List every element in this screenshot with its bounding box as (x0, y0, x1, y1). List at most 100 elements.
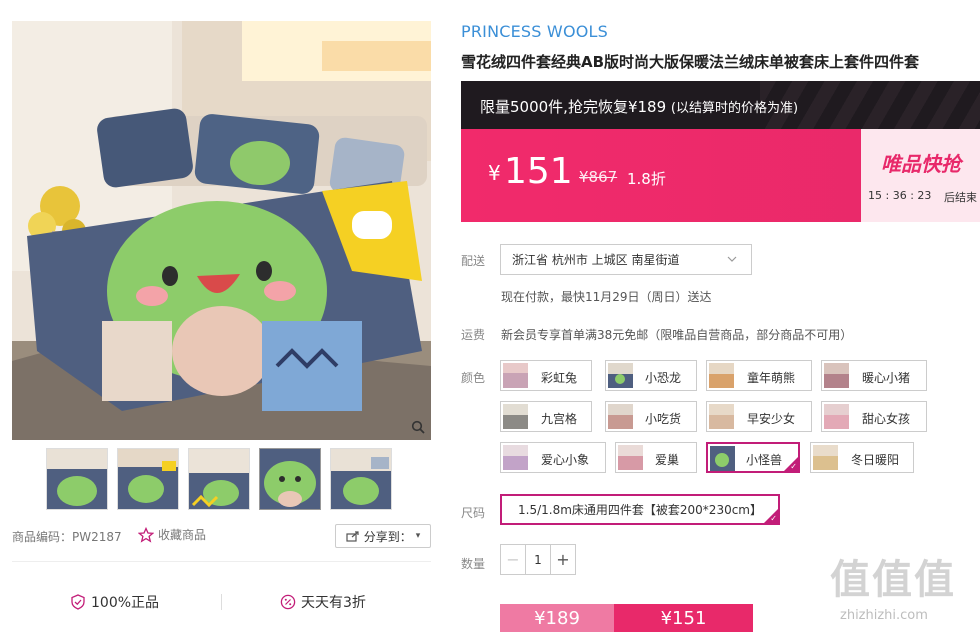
buy-original-price-button[interactable]: ¥189 (500, 604, 614, 632)
product-meta-row: 商品编码：PW2187 收藏商品 分享到： ▾ (12, 524, 431, 548)
thumbnail-2[interactable] (117, 448, 179, 510)
quantity-input[interactable]: 1 (526, 545, 550, 574)
color-option-label: 爱巢 (655, 453, 680, 467)
thumbnail-strip (46, 448, 406, 510)
share-icon (346, 531, 359, 542)
limited-promo-banner: 限量5000件,抢完恢复¥189 (以结算时的价格为准) (461, 81, 980, 129)
delivery-label: 配送 (461, 254, 486, 268)
color-option[interactable]: 爱巢 (615, 442, 697, 473)
quantity-label: 数量 (461, 557, 486, 571)
discount-badge: 天天有3折 (280, 592, 366, 612)
currency-symbol: ¥ (488, 161, 501, 185)
favorite-label: 收藏商品 (158, 528, 207, 542)
countdown-ends-label: 后结束 (944, 191, 977, 204)
color-option-label: 小恐龙 (645, 371, 682, 385)
color-option[interactable]: 童年萌熊 (706, 360, 812, 391)
thumbnail-1[interactable] (46, 448, 108, 510)
percent-badge-icon (280, 594, 296, 610)
share-label: 分享到： (363, 529, 412, 544)
thumbnail-5[interactable] (330, 448, 392, 510)
color-option[interactable]: 九宫格 (500, 401, 592, 432)
color-option[interactable]: 小恐龙 (605, 360, 697, 391)
color-thumbnail (608, 404, 633, 429)
delivery-eta: 现在付款，最快11月29日（周日）送达 (501, 290, 712, 304)
limit-note: (以结算时的价格为准) (670, 101, 799, 116)
star-icon (138, 526, 154, 543)
color-option[interactable]: 早安少女 (706, 401, 812, 432)
quantity-stepper: − 1 + (500, 544, 576, 575)
color-thumbnail (503, 445, 528, 470)
color-option[interactable]: 暖心小猪 (821, 360, 927, 391)
watermark-url: zhizhizhi.com (840, 608, 928, 623)
size-label: 尺码 (461, 506, 486, 520)
size-option-label: 1.5/1.8m床通用四件套【被套200*230cm】 (518, 503, 762, 517)
limit-text: 限量5000件,抢完恢复¥189 (480, 98, 667, 116)
color-option[interactable]: 甜心女孩 (821, 401, 927, 432)
check-icon: ✓ (790, 462, 797, 471)
color-option[interactable]: 爱心小象 (500, 442, 606, 473)
brand-name[interactable]: PRINCESS WOOLS (461, 22, 608, 41)
original-price: ¥867 (579, 168, 618, 186)
color-thumbnail (709, 404, 734, 429)
quantity-increase-button[interactable]: + (550, 545, 575, 574)
shipping-label: 运费 (461, 328, 486, 342)
countdown-timer: 15 : 36 : 23 (868, 189, 932, 202)
color-thumbnail (709, 363, 734, 388)
color-option-label: 童年萌熊 (747, 371, 796, 385)
size-option-selected[interactable]: 1.5/1.8m床通用四件套【被套200*230cm】 ✓ (500, 494, 780, 525)
genuine-badge: 100%正品 (70, 592, 159, 612)
color-thumbnail (824, 404, 849, 429)
color-option-label: 暖心小猪 (862, 371, 911, 385)
divider (12, 561, 431, 562)
assurance-separator (221, 594, 222, 610)
color-thumbnail (813, 445, 838, 470)
current-price: 151 (504, 151, 573, 192)
quantity-decrease-button[interactable]: − (501, 545, 526, 574)
product-title: 雪花绒四件套经典AB版时尚大版保暖法兰绒床单被套床上套件四件套 (461, 53, 920, 71)
discount-label: 天天有3折 (301, 595, 366, 611)
shipping-text: 新会员专享首单满38元免邮（限唯品自营商品，部分商品不可用） (501, 328, 853, 342)
color-option[interactable]: 小吃货 (605, 401, 697, 432)
product-code: 商品编码：PW2187 (12, 530, 122, 544)
color-option-label: 彩虹兔 (541, 371, 578, 385)
color-option-label: 九宫格 (541, 412, 578, 426)
color-option-label: 冬日暖阳 (851, 453, 900, 467)
color-thumbnail (503, 363, 528, 388)
buy-now-button[interactable]: ¥151 (614, 604, 753, 632)
color-option-label: 早安少女 (747, 412, 796, 426)
thumbnail-4[interactable] (259, 448, 321, 510)
zoom-icon[interactable] (409, 418, 427, 436)
color-option-label: 爱心小象 (541, 453, 590, 467)
address-value: 浙江省 杭州市 上城区 南星街道 (512, 253, 680, 267)
shield-check-icon (71, 594, 85, 610)
limited-promo-text: 限量5000件,抢完恢复¥189 (以结算时的价格为准) (480, 96, 798, 117)
color-thumbnail (824, 363, 849, 388)
assurance-bar: 100%正品 天天有3折 (12, 586, 431, 616)
bedding-photo (12, 21, 431, 440)
address-selector[interactable]: 浙江省 杭州市 上城区 南星街道 (500, 244, 752, 275)
watermark: 值值值 zhizhizhi.com (828, 547, 980, 632)
thumbnail-3[interactable] (188, 448, 250, 510)
color-label: 颜色 (461, 371, 486, 385)
discount-rate: 1.8折 (627, 170, 666, 188)
watermark-logo: 值值值 (830, 557, 956, 603)
favorite-button[interactable]: 收藏商品 (138, 526, 206, 543)
flash-sale-title: 唯品快抢 (881, 152, 961, 176)
dropdown-caret-icon: ▾ (415, 531, 421, 541)
main-product-image[interactable] (12, 21, 431, 440)
color-option-label: 小吃货 (645, 412, 682, 426)
color-option[interactable]: 彩虹兔 (500, 360, 592, 391)
color-option-label: 甜心女孩 (862, 412, 911, 426)
color-option-selected[interactable]: 小怪兽 ✓ (706, 442, 800, 473)
color-option[interactable]: 冬日暖阳 (810, 442, 914, 473)
color-thumbnail (618, 445, 643, 470)
genuine-label: 100%正品 (91, 595, 160, 611)
share-button[interactable]: 分享到： ▾ (335, 524, 431, 548)
chevron-down-icon (727, 256, 737, 262)
color-thumbnail (503, 404, 528, 429)
color-thumbnail (710, 446, 735, 471)
price-banner: ¥ 151 ¥867 1.8折 唯品快抢 15 : 36 : 23 后结束 (461, 129, 980, 222)
color-option-label: 小怪兽 (746, 453, 783, 467)
check-icon: ✓ (770, 514, 777, 523)
color-thumbnail (608, 363, 633, 388)
